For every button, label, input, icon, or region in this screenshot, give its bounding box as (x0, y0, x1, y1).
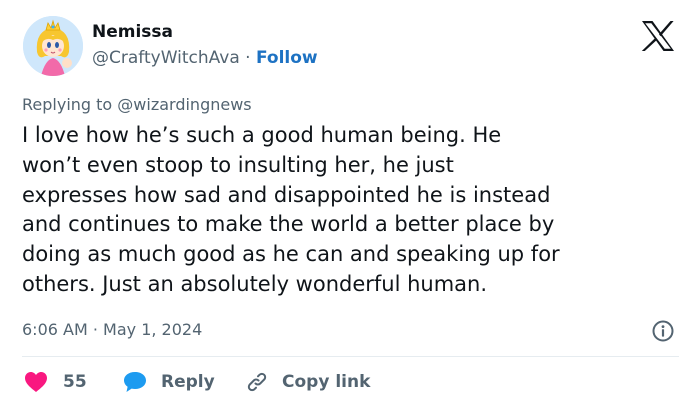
link-icon (245, 370, 269, 394)
tweet-text-line: I love how he’s such a good human being.… (22, 123, 502, 147)
reply-context-prefix: Replying to (22, 95, 113, 114)
tweet-card: Nemissa @CraftyWitchAva · Follow Replyin… (0, 0, 700, 410)
author-handle[interactable]: @CraftyWitchAva (92, 48, 240, 68)
reply-mention-link[interactable]: @wizardingnews (117, 95, 251, 114)
reply-context: Replying to @wizardingnews (22, 95, 252, 114)
tweet-text-line: doing as much good as he can and speakin… (22, 242, 560, 267)
avatar-image (23, 16, 83, 76)
avatar[interactable] (23, 16, 83, 76)
speech-bubble-icon (122, 370, 148, 394)
like-count: 55 (63, 372, 87, 392)
tweet-text-line: won’t even stoop to insulting her, he ju… (22, 152, 454, 177)
handle-separator: · (245, 48, 251, 68)
copy-link-label: Copy link (282, 372, 371, 392)
follow-button[interactable]: Follow (256, 48, 318, 68)
info-icon[interactable] (651, 319, 675, 343)
x-logo-icon[interactable] (640, 20, 676, 52)
author-name[interactable]: Nemissa (92, 22, 173, 42)
divider (22, 356, 679, 357)
reply-label: Reply (161, 372, 215, 392)
tweet-timestamp[interactable]: 6:06 AM · May 1, 2024 (22, 320, 202, 339)
tweet-text: I love how he’s such a good human being.… (22, 121, 692, 300)
heart-icon (24, 371, 48, 393)
tweet-text-line: others. Just an absolutely wonderful hum… (22, 271, 488, 296)
reply-button[interactable]: Reply (122, 370, 215, 394)
like-button[interactable]: 55 (24, 370, 87, 394)
copy-link-button[interactable]: Copy link (245, 370, 370, 394)
author-handle-row: @CraftyWitchAva · Follow (92, 48, 318, 68)
tweet-text-line: and continues to make the world a better… (22, 212, 555, 237)
tweet-text-line: expresses how sad and disappointed he is… (22, 182, 551, 207)
